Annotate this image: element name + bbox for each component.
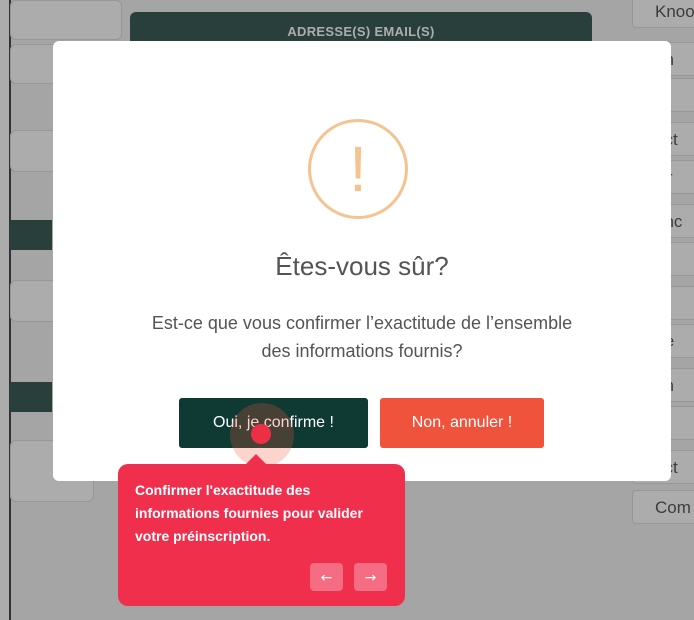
tooltip-arrow <box>246 454 266 464</box>
tour-tooltip: Confirmer l'exactitude des informations … <box>118 454 405 606</box>
tooltip-text: Confirmer l'exactitude des informations … <box>135 482 363 544</box>
exclamation-icon: ! <box>308 119 408 219</box>
previous-arrow-icon[interactable]: ← <box>310 563 343 591</box>
cancel-button[interactable]: Non, annuler ! <box>380 398 544 448</box>
tour-hotspot-dot[interactable] <box>251 424 271 444</box>
confirm-dialog: ! Êtes-vous sûr? Est-ce que vous confirm… <box>53 41 671 481</box>
dialog-message: Est-ce que vous confirmer l’exactitude d… <box>151 313 573 361</box>
next-arrow-icon[interactable]: → <box>354 563 387 591</box>
dialog-title: Êtes-vous sûr? <box>275 251 449 281</box>
